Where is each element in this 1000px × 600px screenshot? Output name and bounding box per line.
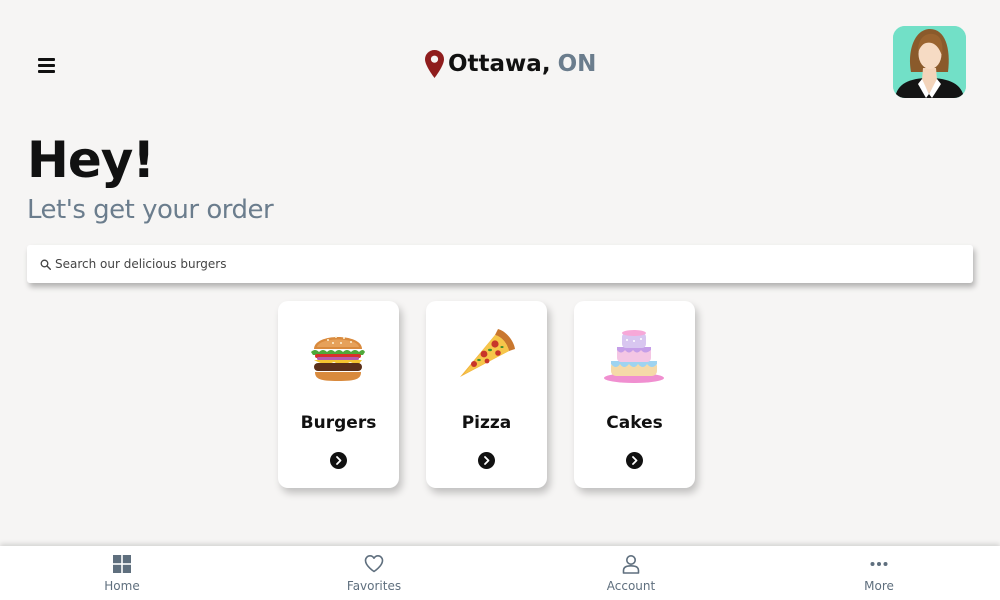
search-input[interactable] — [55, 257, 935, 271]
location-selector[interactable]: Ottawa, ON — [425, 48, 596, 80]
burger-image — [311, 336, 365, 381]
nav-item-account[interactable]: Account — [586, 546, 676, 600]
heart-icon — [364, 555, 384, 573]
nav-item-home[interactable]: Home — [77, 546, 167, 600]
category-card-cakes[interactable]: Cakes — [574, 301, 695, 488]
nav-label: Home — [104, 579, 140, 593]
account-icon — [622, 555, 640, 574]
more-dots-icon — [870, 562, 888, 566]
nav-label: More — [864, 579, 894, 593]
category-label: Burgers — [300, 413, 377, 433]
category-label: Cakes — [606, 413, 663, 433]
chevron-right-icon[interactable] — [626, 452, 643, 469]
bottom-navigation: Home Favorites Account More — [0, 546, 1000, 600]
search-bar[interactable] — [27, 245, 973, 283]
greeting-title: Hey! — [27, 131, 155, 189]
cake-image — [604, 330, 664, 383]
category-card-pizza[interactable]: Pizza — [426, 301, 547, 488]
greeting-subtitle: Let's get your order — [27, 195, 274, 225]
search-icon — [40, 259, 51, 270]
nav-item-more[interactable]: More — [834, 546, 924, 600]
home-screen: Ottawa, ON Hey! Let's get your order Sea… — [0, 0, 1000, 600]
location-city: Ottawa, — [448, 51, 551, 77]
map-pin-icon — [425, 50, 444, 78]
nav-item-favorites[interactable]: Favorites — [329, 546, 419, 600]
hamburger-menu-icon[interactable] — [38, 58, 55, 74]
category-card-burgers[interactable]: Burgers — [278, 301, 399, 488]
chevron-right-icon[interactable] — [478, 452, 495, 469]
home-grid-icon — [113, 555, 131, 573]
location-province: ON — [557, 51, 597, 77]
nav-label: Favorites — [346, 579, 402, 593]
nav-label: Account — [606, 579, 656, 593]
chevron-right-icon[interactable] — [330, 452, 347, 469]
pizza-image — [460, 329, 515, 377]
category-label: Pizza — [461, 413, 512, 433]
user-avatar[interactable] — [893, 26, 966, 98]
